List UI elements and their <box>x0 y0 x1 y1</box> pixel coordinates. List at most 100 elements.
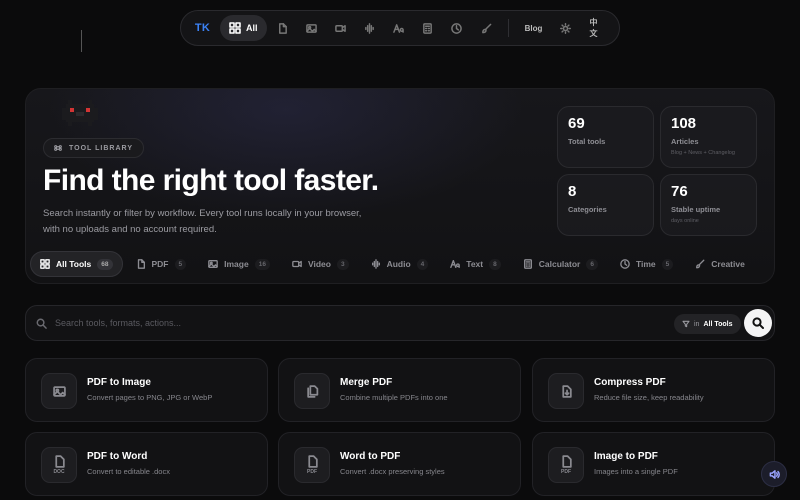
nav-video-button[interactable] <box>327 15 354 41</box>
tab-label: Creative <box>711 259 745 269</box>
doc-icon: DOC <box>53 455 66 475</box>
files-icon <box>306 384 318 398</box>
tab-label: Time <box>635 259 656 269</box>
tab-video[interactable]: Video 3 <box>283 251 358 277</box>
sun-icon <box>560 22 572 34</box>
tab-label: Calculator <box>538 259 581 269</box>
nav-time-button[interactable] <box>443 15 470 41</box>
tab-image[interactable]: Image 16 <box>199 251 279 277</box>
stat-note: Blog + News + Changelog <box>671 150 735 156</box>
card-icon-box <box>41 373 77 409</box>
nav-calculator-button[interactable] <box>414 15 441 41</box>
card-title: Merge PDF <box>340 377 393 388</box>
tool-card-word-to-pdf[interactable]: PDF Word to PDF Convert .docx preserving… <box>278 432 521 496</box>
nav-all-button[interactable]: All <box>220 15 267 41</box>
card-title: Image to PDF <box>594 451 658 462</box>
logo[interactable]: TK <box>187 22 218 34</box>
hero-subtitle-line-2: with no uploads and no account required. <box>43 224 217 235</box>
nav-divider <box>507 19 509 37</box>
calculator-icon <box>523 259 532 269</box>
file-type-tag: DOC <box>53 469 65 475</box>
image-icon <box>208 260 218 268</box>
card-description: Images into a single PDF <box>594 467 678 476</box>
nav-blog-link[interactable]: Blog <box>517 24 551 33</box>
hero-subtitle: Search instantly or filter by workflow. … <box>43 206 403 238</box>
search-input[interactable] <box>55 318 774 328</box>
tab-time[interactable]: Time 5 <box>611 251 682 277</box>
stat-note: days online <box>671 218 699 224</box>
clock-icon <box>451 22 463 34</box>
search-icon <box>752 317 764 329</box>
card-icon-box <box>548 373 584 409</box>
file-icon <box>307 455 318 468</box>
file-type-tag: PDF <box>307 469 317 475</box>
tab-label: Image <box>224 259 249 269</box>
card-title: PDF to Word <box>87 451 148 462</box>
tab-count: 16 <box>254 258 270 270</box>
stat-label: Categories <box>568 205 607 214</box>
tab-label: PDF <box>151 259 169 269</box>
language-switch[interactable]: 中文 <box>582 17 614 39</box>
tool-card-pdf-to-image[interactable]: PDF to Image Convert pages to PNG, JPG o… <box>25 358 268 422</box>
sound-toggle-button[interactable] <box>761 461 787 487</box>
tab-creative[interactable]: Creative <box>686 251 754 277</box>
tool-card-pdf-to-word[interactable]: DOC PDF to Word Convert to editable .doc… <box>25 432 268 496</box>
tab-count: 5 <box>174 258 187 270</box>
tab-label: All Tools <box>56 259 92 269</box>
tab-label: Audio <box>386 259 411 269</box>
nav-creative-button[interactable] <box>473 15 500 41</box>
tab-count: 3 <box>336 258 349 270</box>
tab-text[interactable]: Text 8 <box>441 251 509 277</box>
hero-subtitle-line-1: Search instantly or filter by workflow. … <box>43 208 362 219</box>
search-bar: in All Tools <box>25 305 775 341</box>
card-description: Reduce file size, keep readability <box>594 393 704 402</box>
pdf-file-icon: PDF <box>560 455 573 475</box>
text-cursor <box>81 30 82 52</box>
tab-count: 4 <box>416 258 429 270</box>
scope-prefix: in <box>694 320 700 328</box>
pdf-icon <box>278 22 287 34</box>
file-icon <box>561 455 572 468</box>
tab-audio[interactable]: Audio 4 <box>362 251 438 277</box>
clock-icon <box>620 259 630 269</box>
card-description: Convert pages to PNG, JPG or WebP <box>87 393 213 402</box>
text-icon <box>393 23 404 33</box>
tab-count: 6 <box>586 258 598 270</box>
video-icon <box>335 24 346 32</box>
stat-value: 108 <box>671 115 697 132</box>
stat-label: Stable uptime <box>671 205 721 214</box>
audio-icon <box>371 259 380 269</box>
image-icon <box>52 385 66 397</box>
tab-pdf[interactable]: PDF 5 <box>127 251 196 277</box>
scope-value: All Tools <box>703 320 733 328</box>
nav-text-button[interactable] <box>385 15 412 41</box>
card-title: PDF to Image <box>87 377 151 388</box>
nav-all-label: All <box>246 23 258 33</box>
nav-audio-button[interactable] <box>356 15 383 41</box>
tool-card-compress-pdf[interactable]: Compress PDF Reduce file size, keep read… <box>532 358 775 422</box>
brush-icon <box>696 259 705 269</box>
nav-pdf-button[interactable] <box>269 15 296 41</box>
video-icon <box>292 260 302 268</box>
tab-label: Video <box>307 259 331 269</box>
tab-all-tools[interactable]: All Tools 68 <box>30 251 123 277</box>
tool-card-image-to-pdf[interactable]: PDF Image to PDF Images into a single PD… <box>532 432 775 496</box>
tool-card-merge-pdf[interactable]: Merge PDF Combine multiple PDFs into one <box>278 358 521 422</box>
mascot-logo <box>62 100 98 126</box>
nav-image-button[interactable] <box>298 15 325 41</box>
search-button[interactable] <box>744 309 772 337</box>
text-icon <box>450 260 461 268</box>
card-icon-box: DOC <box>41 447 77 483</box>
badge-label: TOOL LIBRARY <box>69 144 133 152</box>
search-scope-filter[interactable]: in All Tools <box>674 314 741 334</box>
card-icon-box: PDF <box>548 447 584 483</box>
tab-count: 8 <box>489 258 501 270</box>
stat-uptime: 76 Stable uptime days online <box>660 174 757 236</box>
theme-toggle[interactable] <box>552 15 579 41</box>
card-icon-box: PDF <box>294 447 330 483</box>
top-nav: TK All Blog 中文 <box>180 10 620 46</box>
card-description: Combine multiple PDFs into one <box>340 393 448 402</box>
stat-value: 8 <box>568 183 577 200</box>
tab-calculator[interactable]: Calculator 6 <box>514 251 607 277</box>
speaker-icon <box>769 469 780 479</box>
